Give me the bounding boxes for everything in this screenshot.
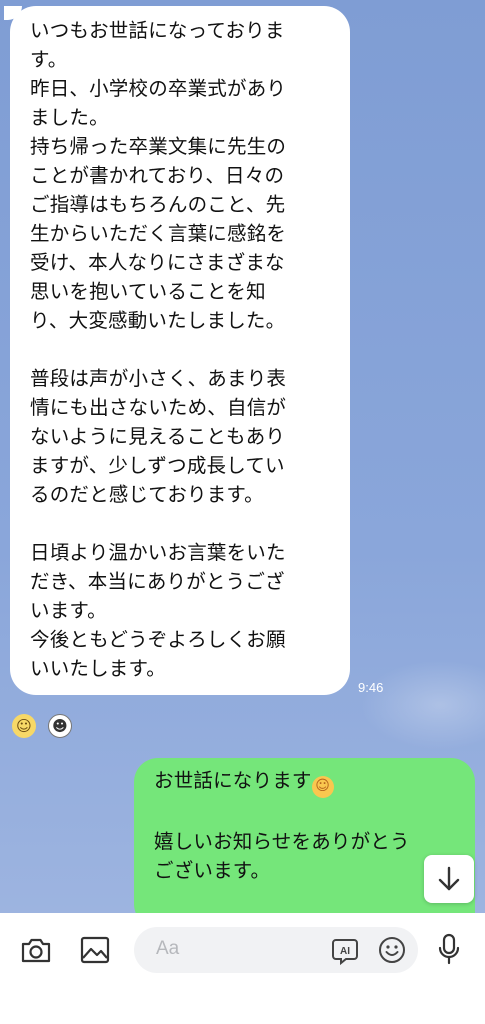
sticker-reaction-icon[interactable]: ☻	[48, 714, 72, 738]
message-toolbar: Aa AI	[0, 913, 485, 1024]
microphone-icon[interactable]	[437, 933, 461, 967]
chat-area[interactable]: いつもお世話になっておりま す。 昨日、小学校の卒業式があり ました。 持ち帰っ…	[0, 0, 485, 913]
arrow-down-icon	[438, 866, 460, 891]
emoji-icon[interactable]	[378, 936, 406, 964]
smile-reaction-icon[interactable]: ☺	[12, 714, 36, 738]
background-cloud	[360, 660, 485, 750]
scroll-to-bottom-button[interactable]	[424, 855, 474, 903]
incoming-message-time: 9:46	[358, 680, 384, 695]
message-input-placeholder: Aa	[156, 938, 180, 959]
outgoing-message-body: 嬉しいお知らせをありがとう ございます。	[154, 829, 410, 882]
incoming-message-bubble[interactable]: いつもお世話になっておりま す。 昨日、小学校の卒業式があり ました。 持ち帰っ…	[4, 6, 350, 695]
camera-icon[interactable]	[20, 935, 52, 965]
incoming-message-text: いつもお世話になっておりま す。 昨日、小学校の卒業式があり ました。 持ち帰っ…	[30, 19, 287, 680]
image-icon[interactable]	[80, 935, 110, 965]
ai-icon[interactable]: AI	[330, 936, 360, 966]
smiling-face-emoji-icon: ☺	[311, 775, 334, 798]
ai-icon-label: AI	[340, 946, 350, 957]
reaction-row: ☺ ☻	[12, 714, 72, 738]
message-input[interactable]: Aa AI	[134, 927, 418, 973]
outgoing-message-line1: お世話になります	[154, 769, 312, 792]
